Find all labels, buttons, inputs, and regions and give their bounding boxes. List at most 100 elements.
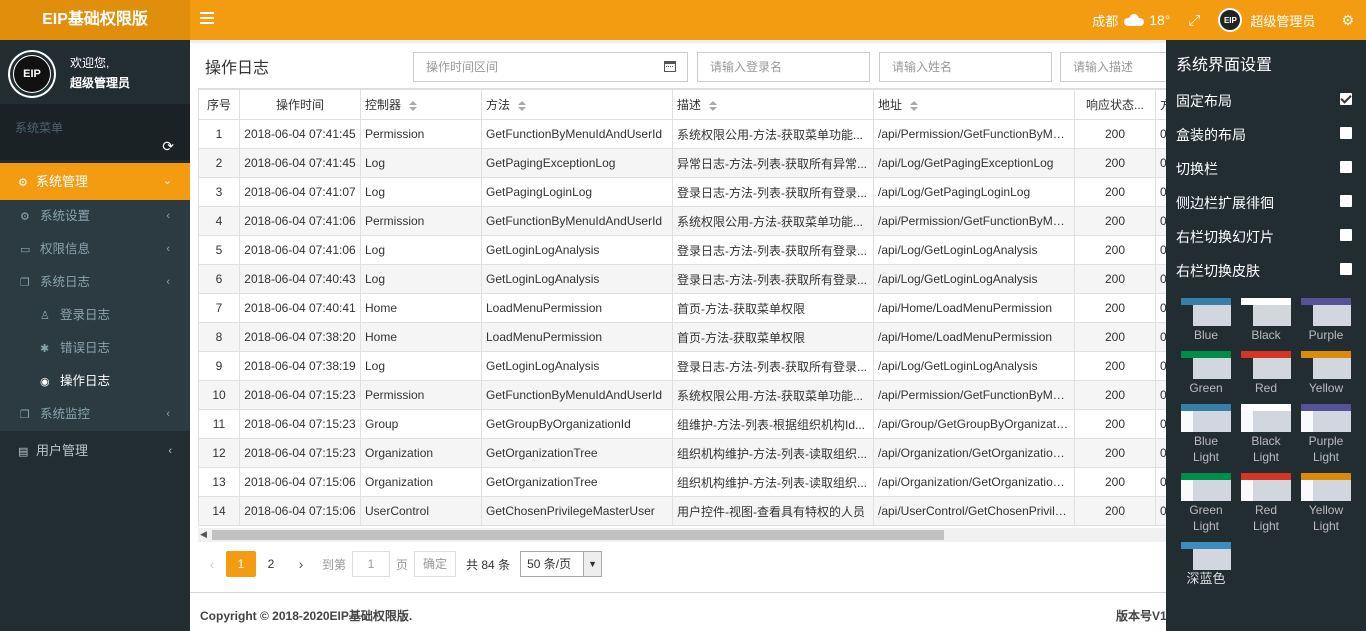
skin-option[interactable]: Yellow Light (1301, 473, 1351, 534)
name-input[interactable]: 请输入姓名 (879, 52, 1052, 82)
calendar-icon (664, 61, 676, 72)
skin-option[interactable]: Red (1241, 351, 1291, 396)
col-header-method[interactable]: 方法 (481, 89, 673, 120)
table-row[interactable]: 2 2018-06-04 07:41:45 Log GetPagingExceptio… (198, 148, 1166, 178)
gear-icon[interactable]: ⚙ (1341, 12, 1354, 29)
table-row[interactable]: 9 2018-06-04 07:38:19 Log GetLoginLogAnalys… (198, 351, 1166, 381)
cell-method-2: 0 (1155, 467, 1166, 497)
settings-option-checkbox[interactable] (1340, 161, 1352, 173)
sidebar-item-user-management[interactable]: ▤ 用户管理 ‹ (0, 431, 190, 471)
sidebar-item-system-settings[interactable]: ⚙ 系统设置 ‹ (0, 200, 190, 233)
table-row[interactable]: 12 2018-06-04 07:15:23 Organization GetOrga… (198, 438, 1166, 468)
col-header-time[interactable]: 操作时间 (239, 89, 361, 120)
skin-option[interactable]: Red Light (1241, 473, 1291, 534)
cell-address: /api/Log/GetLoginLogAnalysis (873, 264, 1075, 294)
table-row[interactable]: 6 2018-06-04 07:40:43 Log GetLoginLogAnalys… (198, 264, 1166, 294)
skin-option[interactable]: Purple (1301, 298, 1351, 343)
sidebar-item-error-log[interactable]: ✱ 错误日志 (0, 332, 190, 365)
table-row[interactable]: 10 2018-06-04 07:15:23 Permission GetFuncti… (198, 380, 1166, 410)
sidebar-item-system-log[interactable]: ❐ 系统日志 ‹ (0, 266, 190, 299)
sidebar-item-system-monitor[interactable]: ❐ 系统监控 ‹ (0, 398, 190, 431)
settings-option-checkbox[interactable] (1340, 229, 1352, 241)
sidebar-item-operation-log[interactable]: ◉ 操作日志 (0, 365, 190, 398)
skin-option[interactable]: Green Light (1181, 473, 1231, 534)
fullscreen-icon[interactable]: ⤢ (1188, 12, 1200, 29)
col-header-controller[interactable]: 控制器 (360, 89, 482, 120)
skin-option[interactable]: Black (1241, 298, 1291, 343)
table-row[interactable]: 4 2018-06-04 07:41:06 Permission GetFunctio… (198, 206, 1166, 236)
skin-option[interactable]: Yellow (1301, 351, 1351, 396)
settings-option[interactable]: 盒装的布局 (1176, 125, 1356, 145)
chevron-left-icon: ‹ (166, 243, 170, 255)
skin-option[interactable]: Purple Light (1301, 404, 1351, 465)
time-range-input[interactable]: 操作时间区间 (413, 52, 653, 82)
skin-option[interactable]: Black Light (1241, 404, 1291, 465)
sort-icon[interactable] (409, 100, 418, 111)
menu-toggle-icon[interactable] (200, 12, 214, 24)
settings-option[interactable]: 切换栏 (1176, 159, 1356, 179)
col-header-method-2[interactable]: 方 (1155, 89, 1166, 120)
brand-logo[interactable]: EIP基础权限版 (0, 0, 190, 40)
next-page-icon[interactable]: › (286, 556, 316, 572)
scrollbar-thumb[interactable] (212, 530, 944, 540)
chevron-left-icon: ‹ (168, 445, 172, 457)
table-row[interactable]: 7 2018-06-04 07:40:41 Home LoadMenuPermissi… (198, 293, 1166, 323)
page-2-button[interactable]: 2 (256, 551, 286, 577)
settings-option-checkbox[interactable] (1340, 195, 1352, 207)
settings-option-checkbox[interactable] (1340, 93, 1352, 105)
description-input[interactable]: 请输入描述 (1060, 52, 1180, 82)
col-header-status[interactable]: 响应状态... (1074, 89, 1156, 120)
settings-option-checkbox[interactable] (1340, 127, 1352, 139)
confirm-button[interactable]: 确定 (414, 551, 457, 577)
header-avatar[interactable]: EIP (1218, 8, 1243, 32)
header-user-name[interactable]: 超级管理员 (1250, 11, 1315, 30)
sidebar-item-label: 操作日志 (60, 374, 111, 388)
skin-swatch-header (1181, 542, 1231, 549)
settings-option[interactable]: 侧边栏扩展徘徊 (1176, 193, 1356, 213)
skin-option[interactable]: Blue Light (1181, 404, 1231, 465)
goto-page-input[interactable]: 1 (352, 551, 391, 577)
skin-swatch-body (1253, 480, 1291, 501)
settings-option[interactable]: 右栏切换皮肤 (1176, 261, 1356, 281)
settings-option[interactable]: 右栏切换幻灯片 (1176, 227, 1356, 247)
sidebar-item-label: 权限信息 (40, 242, 91, 256)
sort-icon[interactable] (709, 100, 718, 111)
table-row[interactable]: 1 2018-06-04 07:41:45 Permission GetFunctio… (198, 119, 1166, 149)
cell-method-2: 0 (1155, 206, 1166, 236)
prev-page-icon[interactable]: ‹ (198, 556, 226, 572)
cell-method: GetFunctionByMenuIdAndUserId (481, 206, 673, 236)
settings-option[interactable]: 固定布局 (1176, 91, 1356, 111)
table-row[interactable]: 3 2018-06-04 07:41:07 Log GetPagingLoginLog… (198, 177, 1166, 207)
skin-swatch-header (1241, 404, 1291, 411)
table-row[interactable]: 5 2018-06-04 07:41:06 Log GetLoginLogAnalys… (198, 235, 1166, 265)
page-1-button[interactable]: 1 (226, 551, 256, 577)
skin-option[interactable]: Blue (1181, 298, 1231, 343)
sort-icon[interactable] (910, 100, 919, 111)
cell-time: 2018-06-04 07:38:19 (239, 351, 361, 381)
sidebar-item-login-log[interactable]: ♙ 登录日志 (0, 299, 190, 332)
sidebar-item-system-management[interactable]: ⚙ 系统管理 ⌄ (0, 163, 190, 200)
table-row[interactable]: 11 2018-06-04 07:15:23 Group GetGroupByOrga… (198, 409, 1166, 439)
page-size-select[interactable]: 50 条/页 ▼ (520, 551, 603, 577)
table-row[interactable]: 14 2018-06-04 07:15:06 UserControl GetChose… (198, 496, 1166, 526)
col-header-address[interactable]: 地址 (873, 89, 1075, 120)
table-row[interactable]: 13 2018-06-04 07:15:06 Organization GetOrga… (198, 467, 1166, 497)
cell-method: GetOrganizationTree (481, 438, 673, 468)
calendar-button[interactable] (652, 52, 688, 82)
scroll-left-icon[interactable]: ◀ (200, 529, 207, 540)
skin-option[interactable]: 深蓝色 (1181, 542, 1231, 587)
skin-swatch-body (1313, 358, 1351, 379)
user-name: 超级管理员 (70, 76, 131, 90)
settings-option-label: 固定布局 (1176, 93, 1232, 109)
login-name-input[interactable]: 请输入登录名 (697, 52, 870, 82)
horizontal-scrollbar[interactable]: ◀ (198, 528, 1166, 542)
cloud-icon (1124, 14, 1145, 26)
sort-icon[interactable] (518, 100, 527, 111)
refresh-icon[interactable]: ⟳ (162, 138, 174, 155)
settings-option-checkbox[interactable] (1340, 263, 1352, 275)
sidebar-item-permission-info[interactable]: ▭ 权限信息 ‹ (0, 233, 190, 266)
skin-option[interactable]: Green (1181, 351, 1231, 396)
col-header-description[interactable]: 描述 (672, 89, 874, 120)
table-row[interactable]: 8 2018-06-04 07:38:20 Home LoadMenuPermissi… (198, 322, 1166, 352)
cell-method: GetGroupByOrganizationId (481, 409, 673, 439)
